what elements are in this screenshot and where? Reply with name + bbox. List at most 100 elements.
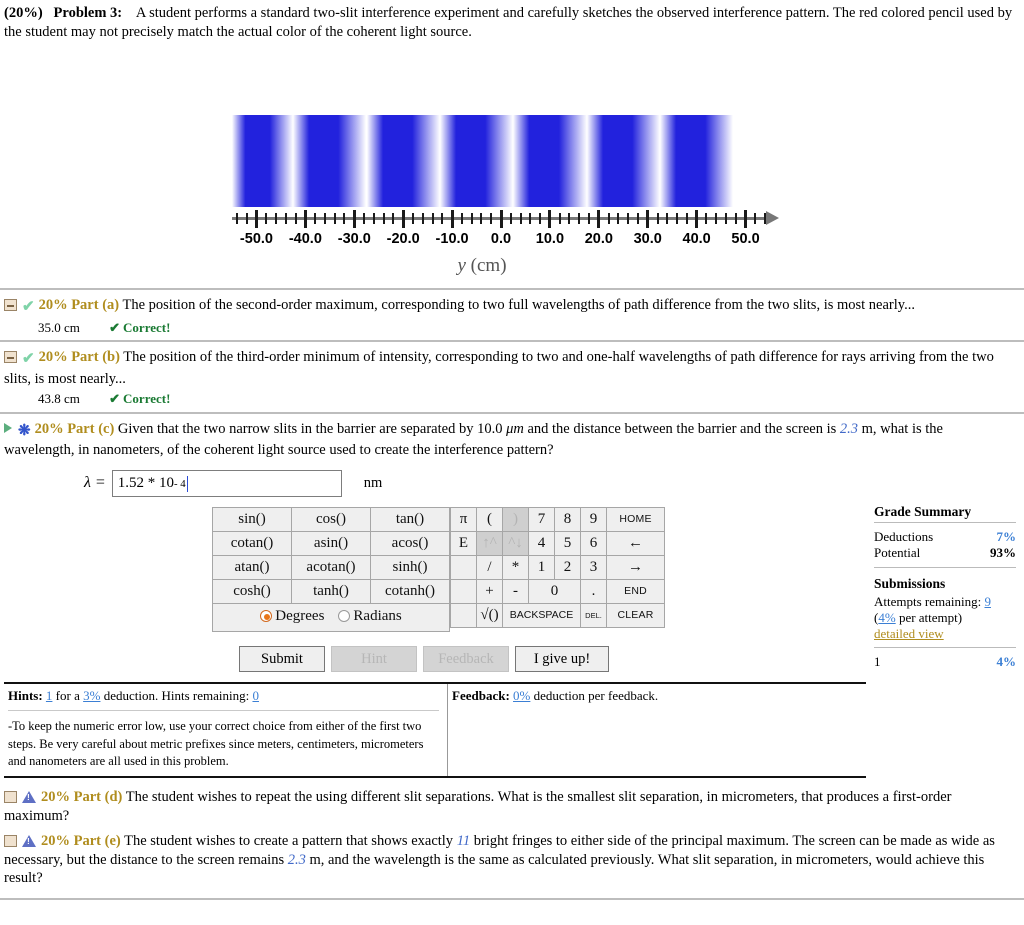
keypad-key-4[interactable]: 4	[528, 531, 555, 557]
keypad-key-6[interactable]: 6	[580, 531, 607, 557]
text-caret	[186, 475, 188, 492]
keypad-row: √() BACKSPACE DEL. CLEAR	[450, 603, 665, 629]
keypad-key-blank[interactable]: (	[476, 507, 503, 533]
attempts-value: 9	[984, 594, 991, 609]
deductions-label: Deductions	[874, 529, 934, 544]
keypad-key-blank[interactable]: ←	[606, 531, 665, 557]
hints-remaining[interactable]: 0	[252, 688, 259, 703]
keypad-key-0[interactable]: 0	[528, 579, 581, 605]
radio-dot-radians-icon	[338, 610, 351, 623]
keypad-key-clear[interactable]: CLEAR	[606, 603, 665, 629]
keypad-row: + -0. END	[450, 579, 665, 605]
axis-tick-label: -50.0	[239, 231, 273, 248]
answer-input-mantissa: 1.52 * 10	[117, 474, 174, 491]
keypad-key-blank[interactable]: ^↓	[502, 531, 529, 557]
keypad-key-blank[interactable]: .	[580, 579, 607, 605]
axis-tick-label: 40.0	[682, 231, 711, 248]
hints-deduction-text: deduction. Hints remaining:	[103, 688, 250, 704]
answer-input[interactable]: 1.52 * 10- 4	[111, 470, 342, 498]
axis-tick-minor	[685, 213, 688, 225]
keypad-key-cos[interactable]: cos()	[291, 507, 371, 533]
keypad-key-3[interactable]: 3	[580, 555, 607, 581]
potential-label: Potential	[874, 545, 921, 560]
keypad-key-1[interactable]: 1	[528, 555, 555, 581]
function-keypad: sin() cos() tan() cotan() asin() acos() atan()…	[212, 507, 450, 632]
part-e-name: Part (e)	[73, 832, 121, 849]
hints-divider	[8, 710, 439, 712]
axis-tick-minor	[470, 213, 473, 225]
keypad-key-blank[interactable]: ↑^	[476, 531, 503, 557]
keypad-key-cotan[interactable]: cotan()	[212, 531, 292, 557]
axis-tick-minor	[715, 213, 718, 225]
keypad-key-blank[interactable]: +	[476, 579, 503, 605]
deductions-value: 7%	[996, 529, 1017, 544]
radians-radio[interactable]: Radians	[338, 608, 402, 624]
hints-count[interactable]: 1	[46, 688, 53, 703]
hints-column: Hints: 1 for a 3% deduction. Hints remai…	[4, 684, 448, 777]
keypad-key-acotan[interactable]: acotan()	[291, 555, 371, 581]
feedback-pct[interactable]: 0%	[513, 688, 530, 703]
keypad-key-8[interactable]: 8	[554, 507, 581, 533]
part-d-text: The student wishes to repeat the using d…	[4, 789, 952, 824]
collapse-box-icon[interactable]	[4, 791, 17, 804]
part-e-percent: 20%	[41, 832, 70, 849]
collapse-box-icon[interactable]	[4, 834, 17, 847]
keypad-key-e[interactable]: E	[450, 531, 477, 557]
keypad-key-blank[interactable]: /	[476, 555, 503, 581]
keypad-key-blank	[450, 579, 477, 605]
keypad-key-2[interactable]: 2	[554, 555, 581, 581]
keypad-key-backspace[interactable]: BACKSPACE	[502, 603, 581, 629]
part-d-block: 20% Part (d) The student wishes to repea…	[0, 782, 1024, 830]
keypad-key-del[interactable]: DEL.	[580, 603, 607, 629]
collapse-box-icon[interactable]	[4, 351, 17, 364]
axis-tick-label: -10.0	[435, 231, 469, 248]
keypad-key-blank[interactable]: √()	[476, 603, 503, 629]
axis-tick-minor	[568, 213, 571, 225]
keypad-key-blank[interactable]: →	[606, 555, 665, 581]
axis-tick-minor	[519, 213, 522, 225]
axis-tick-minor	[411, 213, 414, 225]
axis-tick-minor	[656, 213, 659, 225]
lambda-label: λ =	[84, 474, 106, 492]
keypad-key-atan[interactable]: atan()	[212, 555, 292, 581]
answer-entry-row: λ = 1.52 * 10- 4 nm	[4, 460, 1014, 503]
part-a-answer: 35.0 cm	[38, 319, 80, 335]
keypad-key-blank[interactable]: *	[502, 555, 529, 581]
keypad-key-home[interactable]: HOME	[606, 507, 665, 533]
hints-title: Hints:	[8, 688, 43, 704]
keypad-key-tan[interactable]: tan()	[370, 507, 450, 533]
axis-tick-major	[254, 210, 258, 229]
keypad-key-end[interactable]: END	[606, 579, 665, 605]
give-up-button[interactable]: I give up!	[515, 645, 609, 673]
expand-triangle-icon[interactable]	[4, 422, 12, 433]
keypad-key-blank[interactable]: )	[502, 507, 529, 533]
detailed-view-link[interactable]: detailed view	[874, 626, 1016, 642]
keypad-key-9[interactable]: 9	[580, 507, 607, 533]
axis-tick-minor	[333, 213, 336, 225]
keypad-key-sinh[interactable]: sinh()	[370, 555, 450, 581]
axis-tick-major	[695, 210, 699, 229]
keypad-key-tanh[interactable]: tanh()	[291, 579, 371, 605]
hints-deduction-pct[interactable]: 3%	[83, 688, 100, 703]
axis-tick-label: 50.0	[731, 231, 760, 248]
keypad-key-sin[interactable]: sin()	[212, 507, 292, 533]
keypad-row: cotan() asin() acos()	[212, 531, 450, 557]
keypad-key-blank[interactable]: π	[450, 507, 477, 533]
keypad-key-cotanh[interactable]: cotanh()	[370, 579, 450, 605]
submit-button[interactable]: Submit	[239, 645, 325, 673]
degrees-radio[interactable]: Degrees	[260, 608, 324, 624]
axis-tick-major	[597, 210, 601, 229]
keypad-key-5[interactable]: 5	[554, 531, 581, 557]
attempts-row: Attempts remaining: 9	[874, 594, 1016, 610]
keypad-key-7[interactable]: 7	[528, 507, 555, 533]
axis-tick-minor	[617, 213, 620, 225]
axis-tick-major	[352, 210, 356, 229]
axis-tick-major	[401, 210, 405, 229]
keypad-key-cosh[interactable]: cosh()	[212, 579, 292, 605]
feedback-text: deduction per feedback.	[533, 688, 659, 704]
keypad-key-blank[interactable]: -	[502, 579, 529, 605]
axis-tick-major	[450, 210, 454, 229]
keypad-key-acos[interactable]: acos()	[370, 531, 450, 557]
collapse-box-icon[interactable]	[4, 299, 17, 312]
keypad-key-asin[interactable]: asin()	[291, 531, 371, 557]
